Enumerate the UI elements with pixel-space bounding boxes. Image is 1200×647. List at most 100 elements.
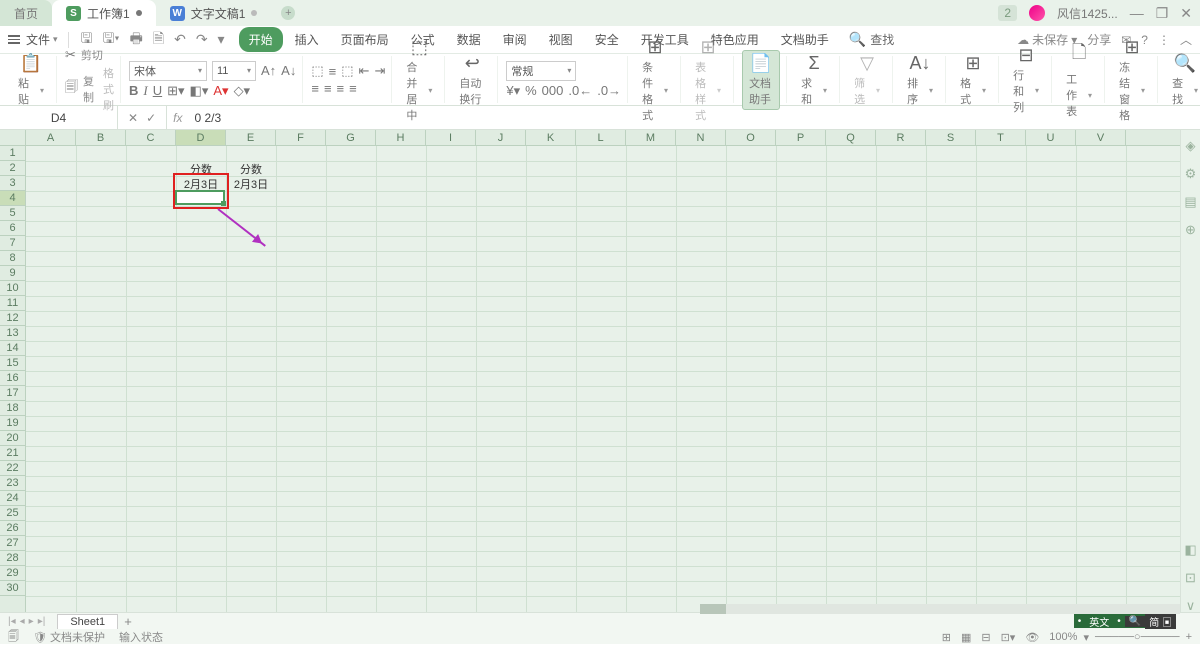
col-header[interactable]: V [1076,130,1126,145]
sheet-button[interactable]: 🗋工作表 [1060,38,1098,121]
col-header[interactable]: C [126,130,176,145]
row-header[interactable]: 29 [0,566,25,581]
panel-icon[interactable]: ⚙ [1185,166,1197,182]
copy-icon[interactable]: 🗐 [65,78,78,100]
tab-workbook[interactable]: S 工作簿1 [52,0,156,26]
accept-icon[interactable]: ✓ [146,111,156,125]
add-tab-button[interactable]: + [281,6,295,20]
row-header[interactable]: 5 [0,206,25,221]
cut-label[interactable]: 剪切 [81,47,103,63]
cut-icon[interactable]: ✂ [65,47,76,63]
redo-icon[interactable]: ↷ [194,29,210,50]
view-read-icon[interactable]: ⊡▾ [1001,631,1016,644]
tab-start[interactable]: 开始 [239,27,283,52]
notification-badge[interactable]: 2 [998,5,1017,21]
font-name-select[interactable]: 宋体▾ [129,61,207,81]
align-mid-icon[interactable]: ≡ [329,64,337,79]
row-header[interactable]: 13 [0,326,25,341]
percent-icon[interactable]: % [525,83,537,98]
row-header[interactable]: 26 [0,521,25,536]
panel-icon[interactable]: ⊡ [1185,570,1196,586]
paste-button[interactable]: 📋粘贴 [12,51,50,109]
row-header[interactable]: 7 [0,236,25,251]
cell[interactable]: 2月3日 [176,176,226,191]
tab-pagelayout[interactable]: 页面布局 [331,27,399,52]
find-button[interactable]: 🔍查找 [1166,51,1200,109]
prev-sheet-icon[interactable]: ◂ [20,616,25,627]
border-button[interactable]: ⊞▾ [167,83,184,99]
col-header[interactable]: F [276,130,326,145]
close-button[interactable]: ✕ [1180,5,1192,22]
row-header[interactable]: 18 [0,401,25,416]
view-break-icon[interactable]: ⊟ [981,631,990,644]
wrap-button[interactable]: ↩自动换行 [453,51,491,109]
tab-dochelper[interactable]: 文档助手 [771,27,839,52]
zoom-control[interactable]: 100%▾ ─────○───── + [1049,631,1192,644]
cells-area[interactable]: 分数分数2月3日2月3日0 2/3 [26,146,1180,614]
row-header[interactable]: 24 [0,491,25,506]
panel-icon[interactable]: ◈ [1186,138,1196,154]
last-sheet-icon[interactable]: ▸| [38,616,46,627]
col-header[interactable]: P [776,130,826,145]
col-header[interactable]: N [676,130,726,145]
align-top-icon[interactable]: ⬚ [311,63,323,79]
row-header[interactable]: 30 [0,581,25,596]
tab-insert[interactable]: 插入 [285,27,329,52]
view-page-icon[interactable]: ▦ [961,631,971,644]
row-header[interactable]: 11 [0,296,25,311]
row-header[interactable]: 6 [0,221,25,236]
number-format-select[interactable]: 常规▾ [506,61,576,81]
spreadsheet-grid[interactable]: ABCDEFGHIJKLMNOPQRSTUV 12345678910111213… [0,130,1180,614]
dec-dec-icon[interactable]: .0→ [597,83,621,98]
col-header[interactable]: S [926,130,976,145]
row-header[interactable]: 3 [0,176,25,191]
sheet-tab[interactable]: Sheet1 [57,614,118,629]
menu-icon[interactable] [8,35,20,44]
row-header[interactable]: 10 [0,281,25,296]
table-style-button[interactable]: ⊞表格样式 [689,35,727,125]
underline-button[interactable]: U [153,83,162,98]
protect-status[interactable]: 🛡 文档未保护 [33,629,105,645]
horizontal-scrollbar[interactable] [700,604,1180,614]
fx-icon[interactable]: fx [167,111,188,125]
row-header[interactable]: 21 [0,446,25,461]
dec-inc-icon[interactable]: .0← [568,83,592,98]
format-button[interactable]: ⊞格式 [954,51,992,109]
col-header[interactable]: G [326,130,376,145]
row-header[interactable]: 12 [0,311,25,326]
col-header[interactable]: B [76,130,126,145]
add-sheet-button[interactable]: + [124,614,132,629]
view-normal-icon[interactable]: ⊞ [942,631,951,644]
bold-button[interactable]: B [129,83,138,98]
col-header[interactable]: L [576,130,626,145]
panel-icon[interactable]: ▤ [1184,194,1196,210]
eye-icon[interactable]: 👁 [1025,631,1039,644]
col-header[interactable]: K [526,130,576,145]
ime-indicator[interactable]: •英文• 🔍简 ▣ [1074,614,1176,628]
col-header[interactable]: E [226,130,276,145]
row-header[interactable]: 28 [0,551,25,566]
clear-format-button[interactable]: ◇▾ [234,83,251,99]
col-header[interactable]: A [26,130,76,145]
row-header[interactable]: 4 [0,191,25,206]
tab-data[interactable]: 数据 [447,27,491,52]
row-header[interactable]: 23 [0,476,25,491]
minimize-button[interactable]: — [1130,5,1144,21]
font-size-select[interactable]: 11▾ [212,61,256,81]
name-box[interactable]: D4 [0,106,118,129]
first-sheet-icon[interactable]: |◂ [8,616,16,627]
row-header[interactable]: 14 [0,341,25,356]
avatar[interactable] [1029,5,1045,21]
align-right-icon[interactable]: ≡ [337,81,345,96]
file-menu[interactable]: 文件 [26,31,58,48]
cancel-icon[interactable]: ✕ [128,111,138,125]
row-headers[interactable]: 1234567891011121314151617181920212223242… [0,146,26,614]
column-headers[interactable]: ABCDEFGHIJKLMNOPQRSTUV [26,130,1180,146]
row-header[interactable]: 25 [0,506,25,521]
indent-dec-icon[interactable]: ⇤ [359,63,370,79]
sort-button[interactable]: A↓排序 [901,51,939,109]
redo-dd-icon[interactable]: ▾ [216,29,227,50]
col-header[interactable]: Q [826,130,876,145]
print-icon[interactable]: 🖶 [128,26,145,54]
col-header[interactable]: R [876,130,926,145]
